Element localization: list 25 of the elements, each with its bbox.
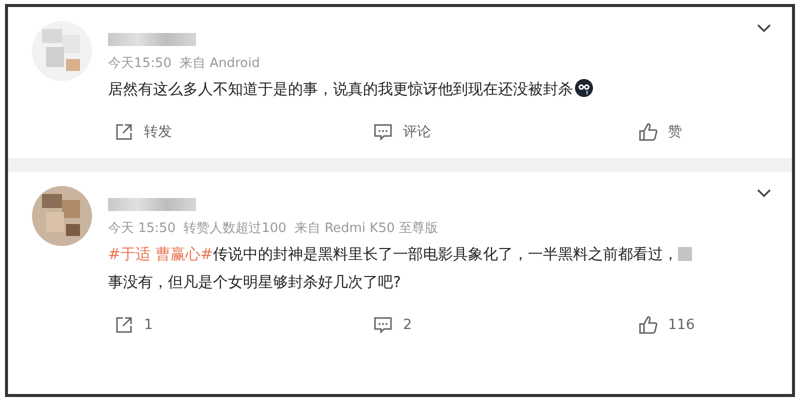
- blurred-emoji-icon: [678, 247, 692, 261]
- comment-icon[interactable]: [373, 315, 393, 335]
- comment-text: 传说中的封神是黑料里长了一部电影具象化了，一半黑料之前都看过，: [212, 245, 678, 263]
- action-label[interactable]: 1: [144, 317, 153, 333]
- comment-time: 今天 15:50: [108, 220, 176, 237]
- share-icon[interactable]: [114, 315, 134, 335]
- hashtag-link[interactable]: #于适 曹赢心#: [108, 245, 213, 263]
- emoji-icon: [575, 79, 593, 97]
- chevron-down-icon[interactable]: [756, 23, 772, 33]
- comment-time: 今天15:50: [108, 55, 172, 72]
- action-label[interactable]: 116: [668, 317, 695, 333]
- comment-icon[interactable]: [373, 122, 393, 142]
- thumbs-up-icon[interactable]: [638, 122, 658, 142]
- comment-text: 居然有这么多人不知道于是的事，说真的我更惊讶他到现在还没被封杀: [108, 80, 573, 98]
- chevron-down-icon[interactable]: [756, 188, 772, 198]
- action-label[interactable]: 赞: [668, 123, 682, 141]
- comment-source: 来自 Redmi K50 至尊版: [294, 220, 438, 237]
- comment-source: 来自 Android: [179, 55, 260, 72]
- thumbs-up-icon[interactable]: [638, 315, 658, 335]
- action-label[interactable]: 评论: [403, 123, 431, 141]
- comment-meta: 转赞人数超过100: [184, 220, 286, 237]
- share-icon[interactable]: [114, 122, 134, 142]
- action-label[interactable]: 2: [403, 317, 412, 333]
- action-label[interactable]: 转发: [144, 123, 172, 141]
- comment-text: 事没有，但凡是个女明星够封杀好几次了吧?: [108, 272, 402, 293]
